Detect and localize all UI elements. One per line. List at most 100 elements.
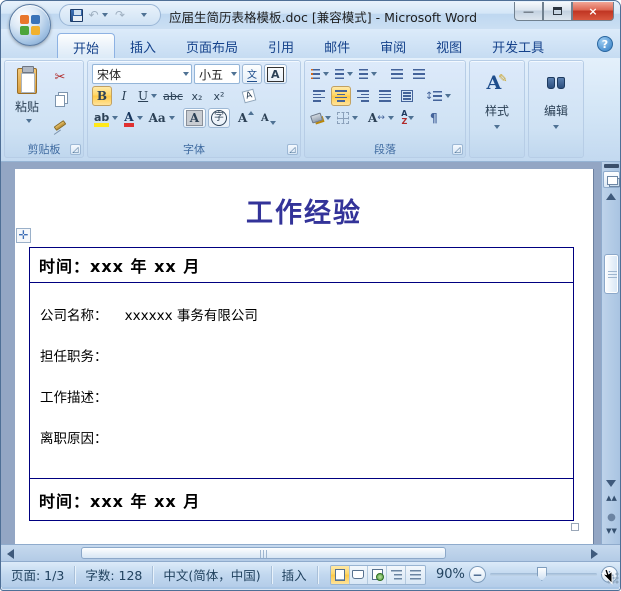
- company-name-line: 公司名称： xxxxxx 事务有限公司: [40, 308, 258, 324]
- format-painter-button[interactable]: [48, 114, 72, 136]
- borders-button[interactable]: [335, 108, 360, 128]
- table-row-time-1[interactable]: 时间：xxx 年 xx 月: [30, 248, 573, 283]
- ruler-toggle-button[interactable]: [603, 171, 620, 188]
- vertical-scrollbar[interactable]: ▲▲ ● ▼▼: [601, 162, 620, 544]
- office-button[interactable]: [9, 4, 51, 46]
- tab-mailings[interactable]: 邮件: [309, 33, 365, 58]
- font-name-combo[interactable]: 宋体: [92, 64, 192, 84]
- help-button[interactable]: ?: [597, 36, 613, 52]
- subscript-button[interactable]: x₂: [187, 86, 207, 106]
- word-count[interactable]: 字数: 128: [75, 565, 154, 584]
- align-center-button[interactable]: [331, 86, 351, 106]
- horizontal-scroll-thumb[interactable]: [81, 547, 446, 559]
- tab-insert[interactable]: 插入: [115, 33, 171, 58]
- close-button[interactable]: ×: [572, 2, 614, 21]
- scroll-down-icon[interactable]: [606, 480, 616, 487]
- font-color-button[interactable]: A: [122, 108, 144, 128]
- page-indicator[interactable]: 页面: 1/3: [1, 565, 76, 584]
- editing-group: 编辑: [528, 60, 584, 158]
- redo-button[interactable]: ↷: [110, 6, 130, 24]
- bullets-button[interactable]: [309, 64, 331, 84]
- show-hide-marks-button[interactable]: ¶: [424, 108, 444, 128]
- scroll-right-icon[interactable]: [591, 549, 598, 559]
- outline-view-button[interactable]: [387, 565, 407, 584]
- strikethrough-button[interactable]: abc: [161, 86, 185, 106]
- clipboard-dialog-launcher[interactable]: ◿: [70, 144, 81, 155]
- character-shading-button[interactable]: A: [182, 108, 207, 128]
- increase-indent-button[interactable]: [409, 64, 429, 84]
- web-layout-view-button[interactable]: [368, 565, 388, 584]
- grow-font-label: A: [238, 111, 248, 125]
- superscript-button[interactable]: x²: [209, 86, 229, 106]
- tab-developer[interactable]: 开发工具: [477, 33, 559, 58]
- justify-button[interactable]: [375, 86, 395, 106]
- asian-layout-button[interactable]: A ↔: [366, 108, 396, 128]
- work-experience-table[interactable]: 时间：xxx 年 xx 月 公司名称： xxxxxx 事务有限公司 担任职务： …: [29, 247, 574, 521]
- previous-page-button[interactable]: ▲▲: [602, 495, 620, 502]
- table-resize-handle[interactable]: [571, 523, 579, 531]
- insert-mode-indicator[interactable]: 插入: [272, 565, 318, 584]
- draft-view-button[interactable]: [406, 565, 426, 584]
- change-case-button[interactable]: Aa: [147, 108, 177, 128]
- copy-button[interactable]: [48, 90, 72, 112]
- horizontal-scrollbar[interactable]: [1, 544, 620, 561]
- select-browse-object-button[interactable]: ●: [602, 512, 620, 523]
- save-button[interactable]: [66, 6, 86, 24]
- scroll-left-icon[interactable]: [7, 549, 14, 559]
- line-spacing-button[interactable]: ↕: [423, 86, 453, 106]
- align-center-icon: [335, 90, 347, 102]
- minimize-button[interactable]: —: [514, 2, 543, 21]
- shrink-font-button[interactable]: A: [258, 108, 278, 128]
- zoom-slider[interactable]: [489, 567, 598, 581]
- character-border-button[interactable]: A: [264, 64, 287, 84]
- restore-button[interactable]: [543, 2, 572, 21]
- quick-access-toolbar: ↶ ↷: [59, 4, 161, 26]
- paragraph-dialog-launcher[interactable]: ◿: [452, 144, 463, 155]
- table-move-handle[interactable]: ✛: [16, 228, 31, 243]
- clear-formatting-button[interactable]: A: [239, 86, 259, 106]
- justify-icon: [379, 90, 391, 102]
- distribute-button[interactable]: [397, 86, 417, 106]
- document-page[interactable]: 工作经验 时间：xxx 年 xx 月 公司名称： xxxxxx 事务有限公司 担…: [15, 169, 593, 544]
- customize-qat-button[interactable]: [132, 6, 152, 24]
- align-left-button[interactable]: [309, 86, 329, 106]
- tab-view[interactable]: 视图: [421, 33, 477, 58]
- sort-button[interactable]: AZ: [398, 108, 418, 128]
- next-page-button[interactable]: ▼▼: [602, 528, 620, 535]
- tab-page-layout[interactable]: 页面布局: [171, 33, 253, 58]
- numbering-button[interactable]: [333, 64, 355, 84]
- shading-button[interactable]: [309, 108, 333, 128]
- phonetic-guide-button[interactable]: 文: [242, 64, 262, 84]
- cut-button[interactable]: ✂: [48, 66, 72, 88]
- multilevel-list-button[interactable]: [357, 64, 379, 84]
- zoom-out-button[interactable]: −: [468, 566, 486, 583]
- split-handle[interactable]: [604, 164, 619, 168]
- grow-font-arrow-icon: [248, 111, 255, 115]
- scroll-up-icon[interactable]: [606, 193, 616, 200]
- tab-references[interactable]: 引用: [253, 33, 309, 58]
- undo-button[interactable]: ↶: [88, 6, 108, 24]
- zoom-level[interactable]: 90%: [436, 567, 465, 582]
- zoom-slider-thumb[interactable]: [536, 567, 547, 581]
- quick-styles-button[interactable]: A ✎: [480, 67, 514, 99]
- font-dialog-launcher[interactable]: ◿: [287, 144, 298, 155]
- decrease-indent-button[interactable]: [387, 64, 407, 84]
- print-layout-view-button[interactable]: [330, 565, 350, 584]
- table-row-details[interactable]: 公司名称： xxxxxx 事务有限公司 担任职务： 工作描述： 离职原因：: [30, 283, 573, 479]
- italic-button[interactable]: I: [114, 86, 134, 106]
- tab-home[interactable]: 开始: [57, 33, 116, 58]
- tab-review[interactable]: 审阅: [365, 33, 421, 58]
- enclose-characters-button[interactable]: 字: [208, 108, 231, 128]
- fullscreen-reading-view-button[interactable]: [349, 565, 369, 584]
- font-size-combo[interactable]: 小五: [194, 64, 240, 84]
- bold-button[interactable]: B: [92, 86, 112, 106]
- vertical-scroll-thumb[interactable]: [604, 254, 619, 294]
- table-row-time-2[interactable]: 时间：xxx 年 xx 月: [30, 479, 573, 520]
- text-highlight-button[interactable]: ab: [92, 108, 120, 128]
- language-indicator[interactable]: 中文(简体，中国): [153, 565, 272, 584]
- paste-button[interactable]: 粘贴: [9, 64, 45, 136]
- grow-font-button[interactable]: A: [236, 108, 256, 128]
- align-right-button[interactable]: [353, 86, 373, 106]
- underline-button[interactable]: U: [136, 86, 159, 106]
- find-button[interactable]: [539, 67, 573, 99]
